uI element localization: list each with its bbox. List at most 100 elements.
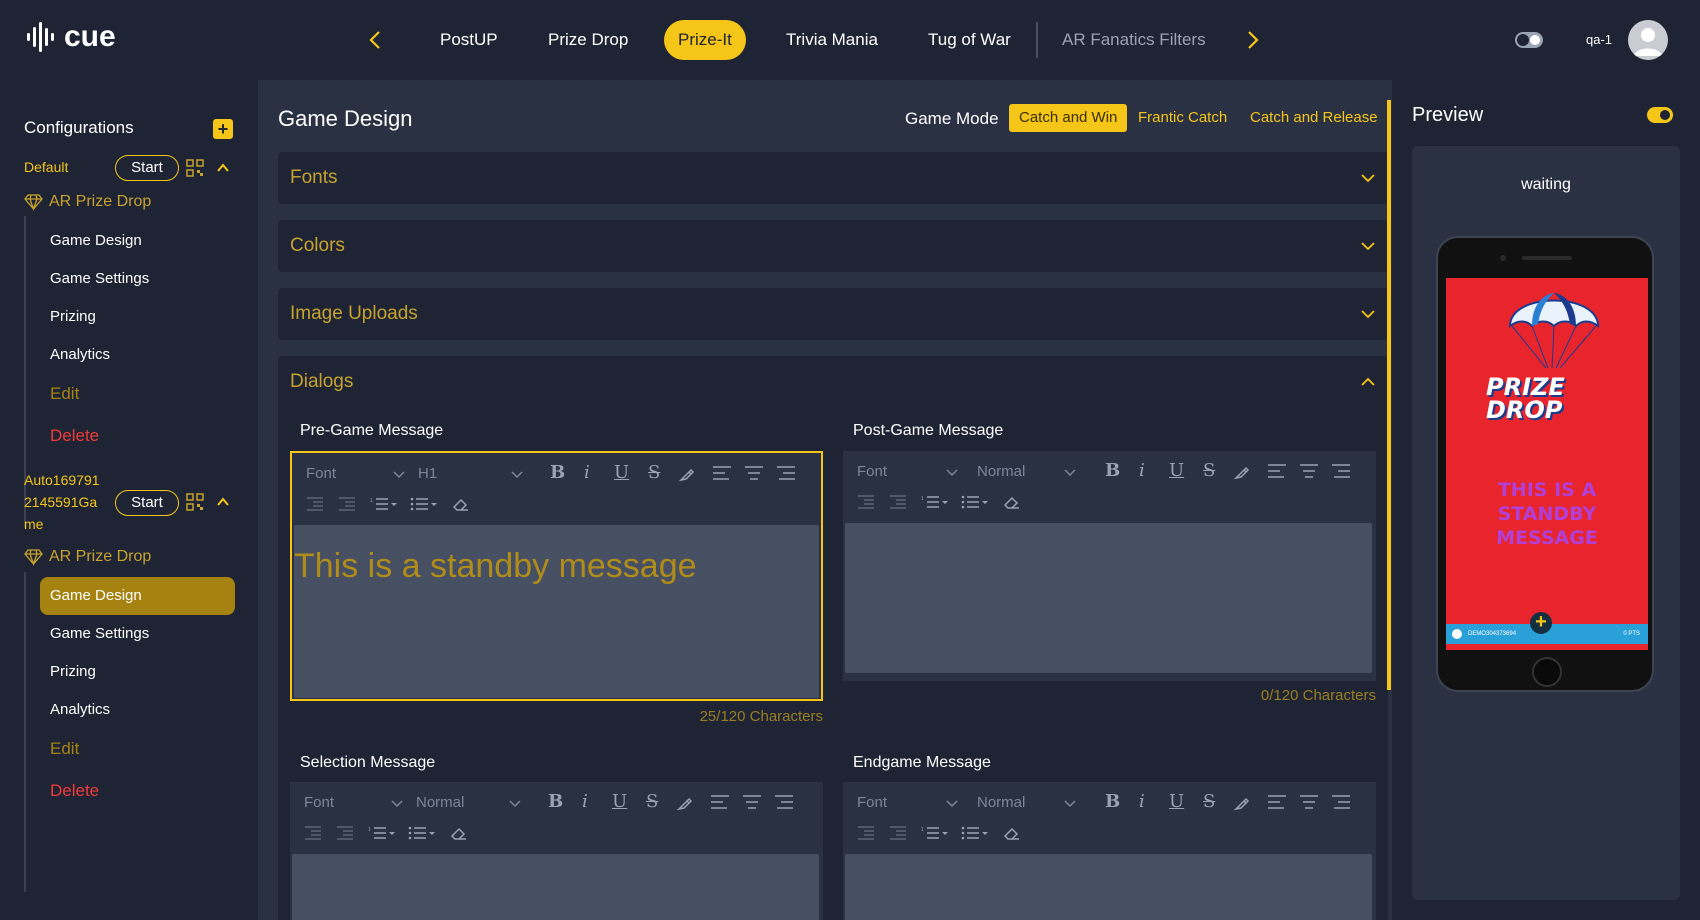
sidebar-item-game-settings[interactable]: Game Settings <box>50 270 149 287</box>
italic-icon[interactable]: i <box>584 462 590 483</box>
chevron-down-icon[interactable] <box>945 466 959 480</box>
font-select[interactable]: Font <box>857 794 887 811</box>
align-left-icon[interactable] <box>1267 463 1287 479</box>
align-right-icon[interactable] <box>1331 794 1351 810</box>
align-center-icon[interactable] <box>744 465 764 481</box>
indent-icon[interactable] <box>336 826 354 840</box>
sidebar-item-game-design-active[interactable]: Game Design <box>40 577 235 615</box>
bold-icon[interactable]: B <box>548 791 563 812</box>
highlighter-icon[interactable] <box>676 794 694 812</box>
chevron-down-icon[interactable] <box>945 797 959 811</box>
preview-toggle[interactable] <box>1647 107 1673 123</box>
eraser-icon[interactable] <box>452 496 470 512</box>
post-game-editor[interactable]: Font Normal B i U S 1 <box>843 451 1376 681</box>
sidebar-item-game-settings[interactable]: Game Settings <box>50 625 149 642</box>
sidebar-item-analytics[interactable]: Analytics <box>50 701 110 718</box>
mode-catch-and-win[interactable]: Catch and Win <box>1009 104 1128 132</box>
size-select[interactable]: Normal <box>416 794 464 811</box>
config-name-line-3[interactable]: me <box>24 513 43 535</box>
edit-button[interactable]: Edit <box>50 384 79 404</box>
align-right-icon[interactable] <box>776 465 796 481</box>
add-button[interactable]: + <box>1530 612 1552 634</box>
pre-game-editor[interactable]: Font H1 B i U S 1 This is a standby mess… <box>290 451 823 701</box>
strikethrough-icon[interactable]: S <box>648 462 660 483</box>
outdent-icon[interactable] <box>857 826 875 840</box>
sidebar-item-game-design[interactable]: Game Design <box>50 232 142 249</box>
chevron-down-icon[interactable] <box>1063 797 1077 811</box>
italic-icon[interactable]: i <box>1139 791 1145 812</box>
outdent-icon[interactable] <box>857 495 875 509</box>
start-button[interactable]: Start <box>115 490 179 516</box>
accordion-label[interactable]: Dialogs <box>290 371 353 393</box>
chevron-down-icon[interactable] <box>508 797 522 811</box>
delete-button[interactable]: Delete <box>50 781 99 801</box>
indent-icon[interactable] <box>889 826 907 840</box>
bold-icon[interactable]: B <box>550 462 565 483</box>
font-select[interactable]: Font <box>857 463 887 480</box>
config-name[interactable]: Default <box>24 156 68 178</box>
bold-icon[interactable]: B <box>1105 460 1120 481</box>
ordered-list-icon[interactable]: 1 <box>368 826 396 840</box>
bullet-list-icon[interactable] <box>410 497 438 511</box>
accordion-image-uploads[interactable]: Image Uploads <box>278 288 1388 340</box>
start-button[interactable]: Start <box>115 155 179 181</box>
italic-icon[interactable]: i <box>582 791 588 812</box>
eraser-icon[interactable] <box>450 825 468 841</box>
chevron-down-icon[interactable] <box>510 468 524 482</box>
theme-toggle-icon[interactable] <box>1514 30 1544 50</box>
pre-game-text-area[interactable]: This is a standby message <box>294 525 819 698</box>
indent-icon[interactable] <box>889 495 907 509</box>
underline-icon[interactable]: U <box>614 462 629 483</box>
bullet-list-icon[interactable] <box>961 826 989 840</box>
eraser-icon[interactable] <box>1003 825 1021 841</box>
post-game-text-area[interactable] <box>845 523 1372 673</box>
chevron-up-icon[interactable] <box>1360 374 1376 390</box>
selection-text-area[interactable] <box>292 854 819 920</box>
edit-button[interactable]: Edit <box>50 739 79 759</box>
chevron-down-icon[interactable] <box>1063 466 1077 480</box>
ordered-list-icon[interactable]: 1 <box>370 497 398 511</box>
accordion-fonts[interactable]: Fonts <box>278 152 1388 204</box>
chevron-left-icon[interactable] <box>368 30 382 50</box>
align-center-icon[interactable] <box>1299 463 1319 479</box>
align-left-icon[interactable] <box>710 794 730 810</box>
chevron-down-icon[interactable] <box>392 468 406 482</box>
align-center-icon[interactable] <box>742 794 762 810</box>
underline-icon[interactable]: U <box>1169 460 1184 481</box>
tab-ar-fanatics-filters[interactable]: AR Fanatics Filters <box>1048 20 1220 60</box>
size-select[interactable]: Normal <box>977 794 1025 811</box>
tab-prize-drop[interactable]: Prize Drop <box>534 20 642 60</box>
align-left-icon[interactable] <box>712 465 732 481</box>
endgame-editor[interactable]: Font Normal B i U S 1 <box>843 782 1376 920</box>
highlighter-icon[interactable] <box>678 465 696 483</box>
qr-code-icon[interactable] <box>186 493 204 511</box>
highlighter-icon[interactable] <box>1233 463 1251 481</box>
tab-prize-it[interactable]: Prize-It <box>664 20 746 60</box>
mode-catch-and-release[interactable]: Catch and Release <box>1240 104 1388 132</box>
underline-icon[interactable]: U <box>612 791 627 812</box>
chevron-up-icon[interactable] <box>216 161 230 175</box>
ordered-list-icon[interactable]: 1 <box>921 826 949 840</box>
eraser-icon[interactable] <box>1003 494 1021 510</box>
cue-logo[interactable]: cue <box>24 20 116 54</box>
indent-icon[interactable] <box>338 497 356 511</box>
font-select[interactable]: Font <box>306 465 336 482</box>
accordion-colors[interactable]: Colors <box>278 220 1388 272</box>
tab-tug-of-war[interactable]: Tug of War <box>914 20 1025 60</box>
bullet-list-icon[interactable] <box>408 826 436 840</box>
outdent-icon[interactable] <box>306 497 324 511</box>
bold-icon[interactable]: B <box>1105 791 1120 812</box>
italic-icon[interactable]: i <box>1139 460 1145 481</box>
avatar[interactable] <box>1628 20 1668 60</box>
endgame-text-area[interactable] <box>845 854 1372 920</box>
sidebar-item-prizing[interactable]: Prizing <box>50 308 96 325</box>
add-configuration-button[interactable]: + <box>213 119 233 139</box>
sidebar-item-analytics[interactable]: Analytics <box>50 346 110 363</box>
selection-editor[interactable]: Font Normal B i U S 1 <box>290 782 823 920</box>
size-select[interactable]: Normal <box>977 463 1025 480</box>
strikethrough-icon[interactable]: S <box>1203 791 1215 812</box>
chevron-up-icon[interactable] <box>216 495 230 509</box>
ordered-list-icon[interactable]: 1 <box>921 495 949 509</box>
chevron-right-icon[interactable] <box>1246 30 1260 50</box>
outdent-icon[interactable] <box>304 826 322 840</box>
